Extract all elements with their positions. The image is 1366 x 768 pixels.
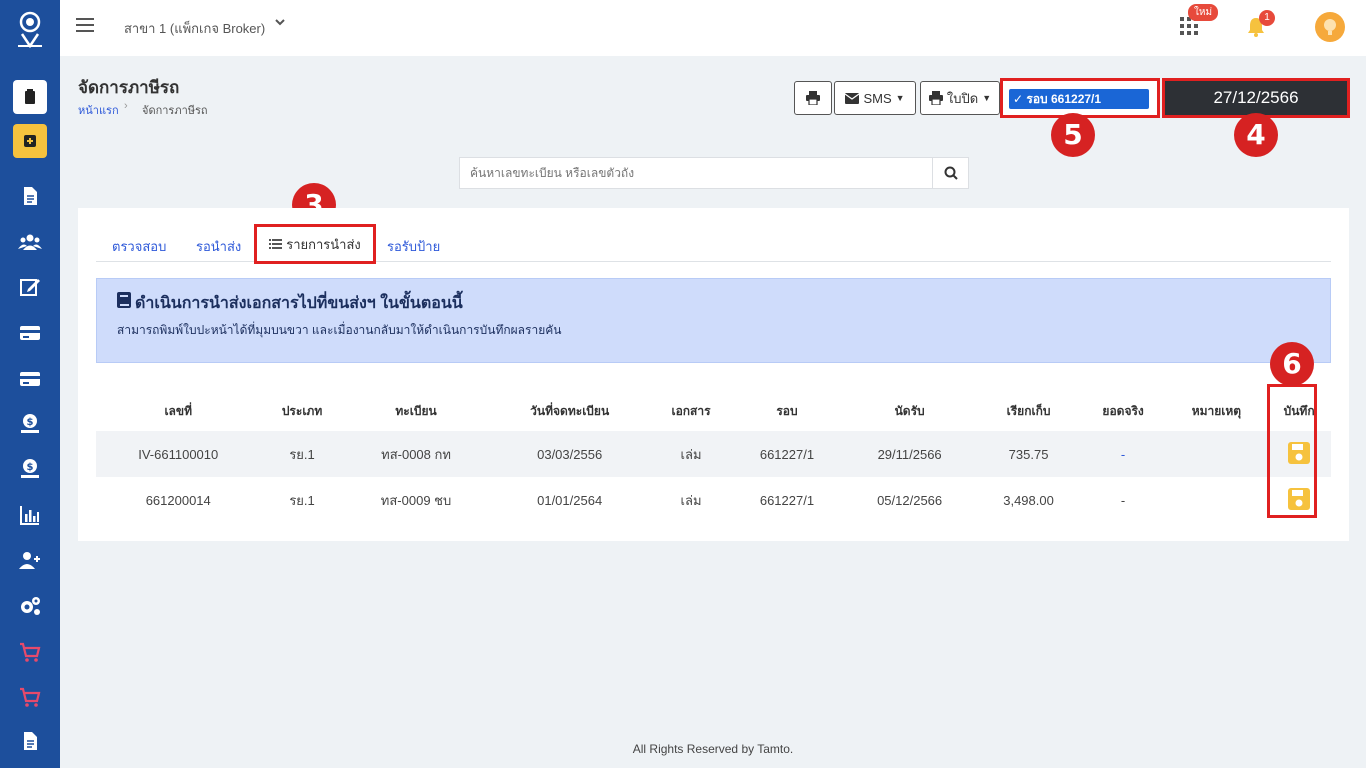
table-header-row: เลขที่ ประเภท ทะเบียน วันที่จดทะเบียน เอ… — [96, 391, 1331, 431]
cart-icon-2[interactable] — [13, 680, 47, 714]
main-card: ตรวจสอบ รอนำส่ง รอรับป้าย รายการนำส่ง ดำ… — [78, 208, 1349, 541]
print-button[interactable] — [794, 81, 832, 115]
cover-sheet-button[interactable]: ใบปิด ▼ — [920, 81, 1000, 115]
users-icon[interactable] — [13, 225, 47, 259]
list-icon — [269, 239, 283, 249]
cell-plate: ทส-0009 ชบ — [380, 492, 452, 508]
date-display[interactable]: 27/12/2566 — [1162, 78, 1350, 118]
svg-text:$: $ — [27, 417, 34, 428]
tab-send-list[interactable]: รายการนำส่ง — [254, 224, 376, 264]
cell-charge: 3,498.00 — [1003, 492, 1054, 508]
cell-plate: ทส-0008 กท — [343, 431, 489, 477]
col-actual: ยอดจริง — [1102, 403, 1144, 418]
search-button[interactable] — [932, 158, 968, 188]
tab-pending-sticker[interactable]: รอรับป้าย — [387, 236, 440, 257]
alert-subtitle: สามารถพิมพ์ใบปะหน้าได้ที่มุมบนขวา และเมื… — [117, 323, 562, 337]
cell-note — [1166, 477, 1268, 523]
cell-number: IV-661100010 — [96, 431, 261, 477]
new-badge: ใหม่ — [1188, 4, 1219, 21]
cell-charge: 735.75 — [976, 431, 1081, 477]
search-input[interactable] — [460, 158, 934, 188]
table-row[interactable]: IV-661100010 รย.1 ทส-0008 กท 03/03/2556 … — [96, 431, 1331, 477]
breadcrumb-home[interactable]: หน้าแรก — [78, 101, 119, 119]
footer: All Rights Reserved by Tamto. — [632, 742, 794, 756]
edit-icon[interactable] — [13, 270, 47, 304]
print-icon — [806, 91, 820, 105]
cell-document: เล่ม — [680, 492, 702, 508]
cell-actual[interactable]: - — [1081, 477, 1166, 523]
branch-selector[interactable]: สาขา 1 (แพ็กเกจ Broker) — [124, 18, 265, 39]
table-row[interactable]: 661200014 รย.1 ทส-0009 ชบ 01/01/2564 เล่… — [96, 477, 1331, 523]
topbar: สาขา 1 (แพ็กเกจ Broker) ใหม่ 1 — [60, 0, 1366, 56]
col-appointment: นัดรับ — [894, 403, 925, 418]
cell-note — [1165, 431, 1268, 477]
save-column-highlight — [1267, 384, 1317, 518]
cell-type: รย.1 — [260, 431, 344, 477]
search-bar — [459, 157, 969, 189]
round-select[interactable]: ✓ รอบ 661227/1 — [1009, 89, 1149, 109]
tab-send-list-label: รายการนำส่ง — [286, 236, 361, 252]
info-alert: ดำเนินการนำส่งเอกสารไปที่ขนส่งฯ ในขั้นตอ… — [96, 278, 1331, 363]
caret-down-icon: ▼ — [895, 93, 905, 103]
col-number: เลขที่ — [164, 403, 193, 418]
cell-round: 661227/1 — [731, 431, 843, 477]
menu-icon[interactable] — [76, 18, 94, 34]
card-icon-2[interactable] — [13, 362, 47, 396]
avatar[interactable] — [1315, 12, 1345, 42]
chart-icon[interactable] — [13, 498, 47, 532]
col-round: รอบ — [776, 403, 798, 418]
sidebar: $ $ — [0, 0, 60, 768]
cell-number: 661200014 — [145, 492, 211, 508]
step-marker-4: 4 — [1234, 113, 1278, 157]
col-reg-date: วันที่จดทะเบียน — [530, 403, 610, 418]
cell-actual[interactable]: - — [1080, 431, 1166, 477]
envelope-icon — [845, 92, 860, 104]
add-icon[interactable] — [13, 124, 47, 158]
cart-icon[interactable] — [13, 635, 47, 669]
tab-check[interactable]: ตรวจสอบ — [112, 236, 166, 257]
cell-reg-date: 01/01/2564 — [537, 492, 603, 508]
logo-icon[interactable] — [14, 10, 46, 49]
sms-label: SMS — [863, 90, 892, 106]
breadcrumb-separator: › — [124, 100, 128, 112]
col-note: หมายเหตุ — [1191, 403, 1242, 418]
col-charge: เรียกเก็บ — [1006, 403, 1051, 418]
svg-text:$: $ — [27, 462, 34, 473]
col-document: เอกสาร — [671, 403, 711, 418]
cell-type: รย.1 — [289, 492, 315, 508]
step-marker-5: 5 — [1051, 113, 1095, 157]
add-user-icon[interactable] — [13, 543, 47, 577]
cell-appointment: 29/11/2566 — [842, 431, 977, 477]
cell-reg-date: 03/03/2556 — [488, 431, 651, 477]
alert-title: ดำเนินการนำส่งเอกสารไปที่ขนส่งฯ ในขั้นตอ… — [135, 295, 463, 312]
col-type: ประเภท — [281, 403, 323, 418]
cell-document: เล่ม — [650, 431, 732, 477]
tab-pending-send[interactable]: รอนำส่ง — [196, 236, 241, 257]
money-hand-icon-2[interactable]: $ — [13, 452, 47, 486]
cell-round: 661227/1 — [759, 492, 815, 508]
clipboard-icon[interactable] — [13, 80, 47, 114]
round-selector-highlight: ✓ รอบ 661227/1 — [1000, 78, 1160, 118]
sms-button[interactable]: SMS ▼ — [834, 81, 916, 115]
cover-sheet-label: ใบปิด — [946, 90, 979, 106]
document-icon[interactable] — [13, 179, 47, 213]
chevron-down-icon[interactable] — [274, 16, 286, 31]
money-hand-icon[interactable]: $ — [13, 407, 47, 441]
page-title: จัดการภาษีรถ — [78, 78, 180, 97]
card-icon[interactable] — [13, 316, 47, 350]
print-icon — [928, 91, 943, 105]
col-plate: ทะเบียน — [395, 403, 437, 418]
cell-appointment: 05/12/2566 — [877, 492, 943, 508]
caret-down-icon: ▼ — [982, 93, 992, 103]
breadcrumb-current: จัดการภาษีรถ — [142, 105, 208, 117]
book-icon — [117, 292, 131, 308]
search-icon — [944, 166, 958, 180]
settings-icon[interactable] — [13, 589, 47, 623]
file-icon[interactable] — [13, 724, 47, 758]
notification-badge: 1 — [1259, 10, 1275, 26]
shipments-table: เลขที่ ประเภท ทะเบียน วันที่จดทะเบียน เอ… — [96, 391, 1331, 523]
step-marker-6: 6 — [1270, 342, 1314, 386]
